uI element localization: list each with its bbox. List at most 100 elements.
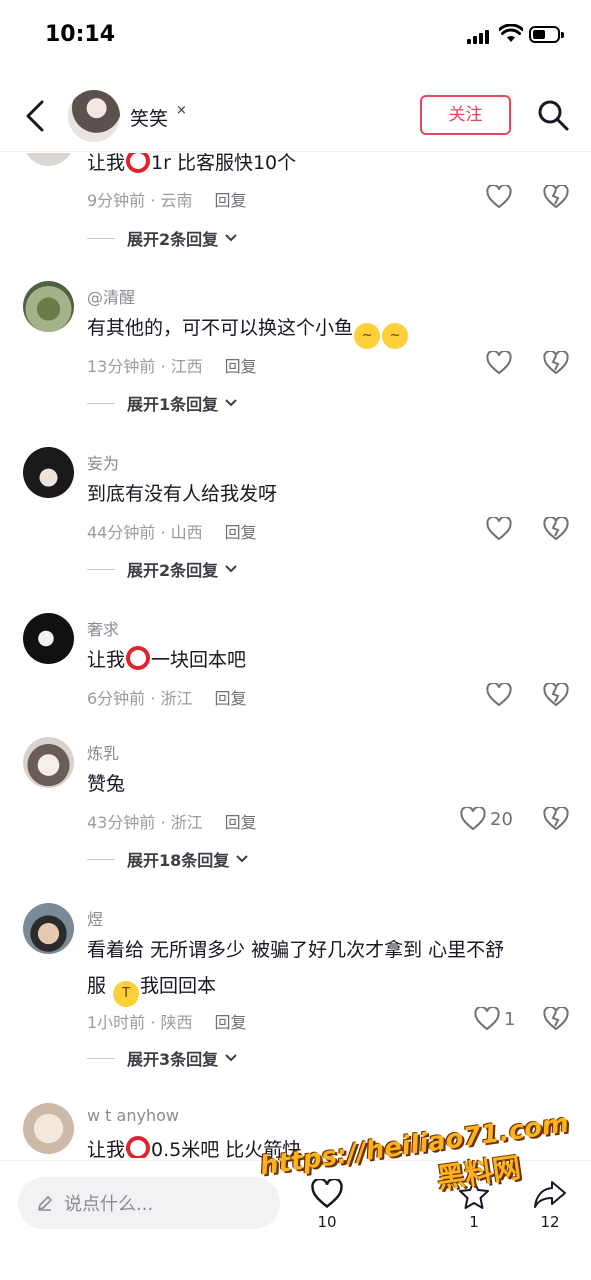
heart-icon [486,517,512,541]
username[interactable]: 妄为 [87,450,119,474]
username[interactable]: 煜 [87,906,103,930]
heart-icon [486,351,512,375]
divider-line [87,402,115,404]
comment-list[interactable]: 让我 1r 比客服快10个 9分钟前 · 云南 回复 展开2条回复 @清醒 有其他的… [0,153,591,1158]
username[interactable]: w t anyhow [87,1106,179,1125]
expand-replies[interactable]: 展开2条回复 [87,557,238,581]
chevron-down-icon [236,855,248,863]
back-icon[interactable] [22,98,52,134]
comment-text: 赞兔 [87,773,126,795]
heart-icon [460,807,486,831]
comment-text: 让我 1r 比客服快10个 [87,153,577,181]
divider-line [87,237,115,239]
user-avatar[interactable] [23,447,74,498]
crying-face-emoji: T [113,981,140,1007]
close-mark[interactable]: × [176,103,187,118]
red-circle-icon [126,1136,151,1158]
like-count: 10 [317,1213,337,1231]
expand-replies[interactable]: 展开1条回复 [87,391,238,415]
battery-icon [529,26,564,43]
status-time: 10:14 [45,22,116,47]
user-avatar[interactable] [23,153,74,166]
text-segment: 一块回本吧 [151,649,247,671]
broken-heart-icon[interactable] [543,351,569,375]
red-circle-icon [126,153,151,173]
user-avatar[interactable] [23,737,74,788]
star-count: 1 [469,1213,479,1231]
comment-header: 笑笑 × 关注 [0,80,591,152]
expand-replies[interactable]: 展开2条回复 [87,226,238,250]
broken-heart-icon[interactable] [543,185,569,209]
red-circle-icon [126,646,151,670]
share-count: 12 [540,1213,560,1231]
reply-button[interactable]: 回复 [214,191,246,210]
broken-heart-icon[interactable] [543,1007,569,1031]
comment-meta: 1小时前 · 陕西 回复 [87,1009,246,1033]
text-segment: 我回回本 [140,975,217,997]
broken-heart-icon[interactable] [543,683,569,707]
author-avatar[interactable] [68,90,120,142]
username[interactable]: @清醒 [87,284,135,308]
expand-label: 展开2条回复 [127,561,219,580]
comment-meta: 13分钟前 · 江西 回复 [87,353,257,377]
heart-icon [474,1007,500,1031]
reply-button[interactable]: 回复 [225,813,257,832]
comment-meta: 44分钟前 · 山西 回复 [87,519,257,543]
like-button[interactable] [486,185,516,209]
like-button[interactable] [486,517,516,541]
like-button[interactable] [486,683,516,707]
like-count: 20 [490,808,513,830]
share-icon [534,1181,566,1208]
text-segment: 让我 [87,1139,126,1158]
author-name[interactable]: 笑笑 [130,104,168,131]
user-avatar[interactable] [23,1103,74,1154]
reply-button[interactable]: 回复 [225,357,257,376]
comment-meta: 43分钟前 · 浙江 回复 [87,809,257,833]
reply-button[interactable]: 回复 [214,689,246,708]
like-button[interactable] [486,351,516,375]
expand-label: 展开2条回复 [127,230,219,249]
signal-icon [467,30,491,44]
comment-text: 有其他的，可不可以换这个小鱼 ~ ~ [87,310,577,349]
pen-icon [37,1195,53,1211]
share-action[interactable]: 12 [532,1179,568,1231]
comment-meta: 9分钟前 · 云南 回复 [87,187,246,211]
chevron-down-icon [225,565,237,573]
reply-button[interactable]: 回复 [225,523,257,542]
expand-replies[interactable]: 展开3条回复 [87,1046,238,1070]
divider-line [87,568,115,570]
heart-icon [486,683,512,707]
like-button[interactable]: 1 [474,1007,515,1031]
input-placeholder: 说点什么... [64,1194,154,1215]
username[interactable]: 炼乳 [87,740,119,764]
text-segment: 1r 比客服快10个 [151,153,297,174]
chevron-down-icon [225,1054,237,1062]
comment-meta: 6分钟前 · 浙江 回复 [87,685,246,709]
divider-line [87,1057,115,1059]
like-button[interactable]: 20 [460,807,513,831]
search-icon[interactable] [537,99,569,131]
username[interactable]: 奢求 [87,616,119,640]
comment-text: 让我 一块回本吧 [87,642,577,678]
status-bar: 10:14 [0,0,591,70]
comment-input[interactable]: 说点什么... [18,1177,280,1229]
time-location: 1小时前 · 陕西 [87,1013,193,1032]
user-avatar[interactable] [23,613,74,664]
comment-text: 看着给 无所谓多少 被骗了好几次才拿到 心里不舒 服 T 我回回本 [87,932,577,1007]
follow-button[interactable]: 关注 [420,95,511,135]
user-avatar[interactable] [23,281,74,332]
expand-label: 展开1条回复 [127,395,219,414]
time-location: 13分钟前 · 江西 [87,357,203,376]
wifi-icon [499,24,523,42]
expand-label: 展开18条回复 [127,851,230,870]
text-line: 服 T 我回回本 [87,968,577,1007]
text-segment: 有其他的，可不可以换这个小鱼 [87,317,354,339]
reply-button[interactable]: 回复 [214,1013,246,1032]
user-avatar[interactable] [23,903,74,954]
broken-heart-icon[interactable] [543,807,569,831]
heart-icon [486,185,512,209]
chevron-down-icon [225,234,237,242]
expand-replies[interactable]: 展开18条回复 [87,847,249,871]
text-segment: 让我 [87,649,126,671]
broken-heart-icon[interactable] [543,517,569,541]
